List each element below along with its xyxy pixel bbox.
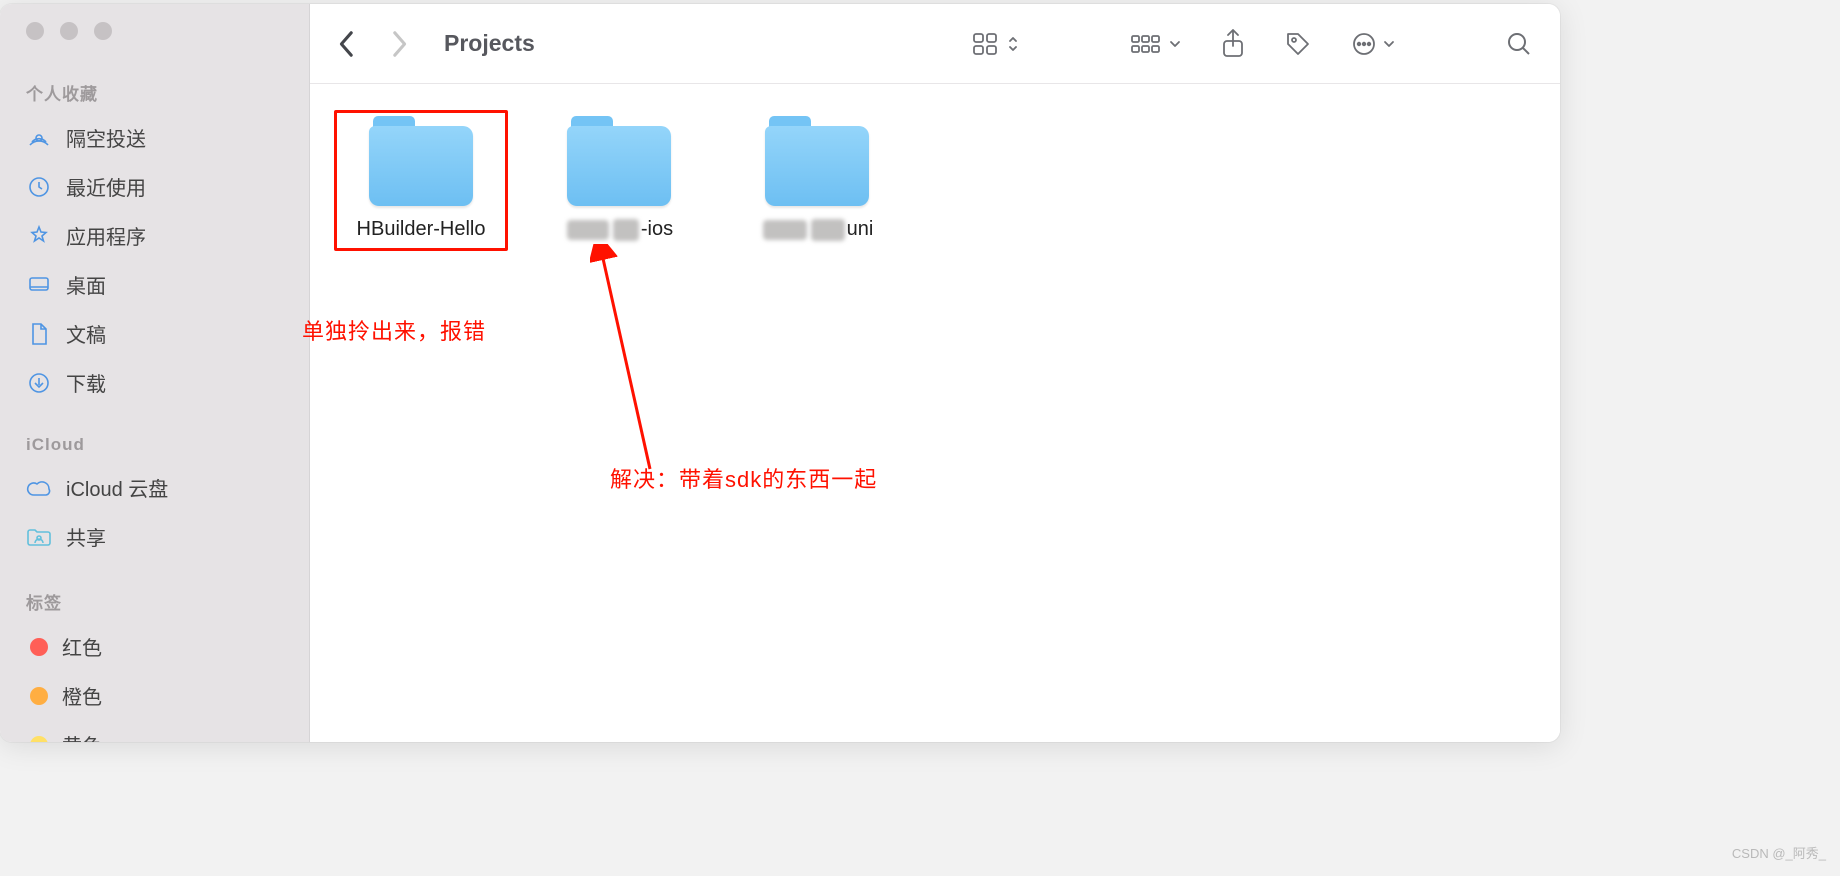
- folder-label: uni: [761, 218, 874, 241]
- view-icons-button[interactable]: [964, 32, 1028, 56]
- tag-dot-icon: [30, 638, 48, 656]
- sidebar-tag-orange[interactable]: 橙色: [16, 671, 293, 720]
- sidebar-item-shared[interactable]: 共享: [16, 512, 293, 561]
- annotation-left: 单独拎出来，报错: [302, 314, 486, 346]
- folder-label: -ios: [565, 218, 673, 241]
- sidebar-item-label: 文稿: [66, 319, 106, 348]
- applications-icon: [26, 223, 52, 249]
- toolbar: Projects: [310, 4, 1560, 84]
- window-title: Projects: [444, 30, 535, 57]
- download-icon: [26, 370, 52, 396]
- cloud-icon: [26, 475, 52, 501]
- sidebar: 个人收藏 隔空投送 最近使用 应用程序: [0, 4, 310, 742]
- folder-icon: [369, 116, 473, 206]
- back-button[interactable]: [338, 30, 356, 58]
- sidebar-item-label: 黄色: [62, 730, 102, 742]
- sidebar-item-label: 红色: [62, 632, 102, 661]
- folder-icon: [765, 116, 869, 206]
- sidebar-item-label: iCloud 云盘: [66, 473, 168, 502]
- clock-icon: [26, 174, 52, 200]
- sidebar-item-label: 橙色: [62, 681, 102, 710]
- folder-obscured-ios[interactable]: -ios: [532, 110, 706, 247]
- airdrop-icon: [26, 125, 52, 151]
- folder-obscured-uni[interactable]: uni: [730, 110, 904, 247]
- annotation-arrow-icon: [590, 244, 670, 474]
- sidebar-section-icloud: iCloud: [16, 425, 293, 463]
- sidebar-item-label: 桌面: [66, 270, 106, 299]
- sidebar-item-desktop[interactable]: 桌面: [16, 260, 293, 309]
- sidebar-item-recents[interactable]: 最近使用: [16, 162, 293, 211]
- close-window-icon[interactable]: [26, 22, 44, 40]
- tag-dot-icon: [30, 687, 48, 705]
- shared-folder-icon: [26, 524, 52, 550]
- share-button[interactable]: [1212, 29, 1254, 59]
- tags-button[interactable]: [1276, 30, 1320, 58]
- main-area: Projects: [310, 4, 1560, 742]
- minimize-window-icon[interactable]: [60, 22, 78, 40]
- sidebar-item-icloud-drive[interactable]: iCloud 云盘: [16, 463, 293, 512]
- maximize-window-icon[interactable]: [94, 22, 112, 40]
- sidebar-section-favorites: 个人收藏: [16, 70, 293, 113]
- folder-hbuilder-hello[interactable]: HBuilder-Hello: [334, 110, 508, 247]
- sidebar-item-label: 应用程序: [66, 221, 146, 250]
- watermark: CSDN @_阿秀_: [1732, 843, 1826, 862]
- sidebar-item-label: 共享: [66, 522, 106, 551]
- sidebar-item-airdrop[interactable]: 隔空投送: [16, 113, 293, 162]
- document-icon: [26, 321, 52, 347]
- sidebar-item-documents[interactable]: 文稿: [16, 309, 293, 358]
- finder-window: 个人收藏 隔空投送 最近使用 应用程序: [0, 4, 1560, 742]
- group-button[interactable]: [1122, 32, 1190, 56]
- annotation-center: 解决：带着sdk的东西一起: [610, 462, 877, 494]
- folder-label-suffix: -ios: [641, 218, 673, 241]
- search-button[interactable]: [1498, 31, 1540, 57]
- tag-dot-icon: [30, 736, 48, 743]
- sidebar-item-label: 下载: [66, 368, 106, 397]
- traffic-lights: [0, 22, 309, 70]
- folder-icon: [567, 116, 671, 206]
- sidebar-tag-yellow[interactable]: 黄色: [16, 720, 293, 742]
- sidebar-item-downloads[interactable]: 下载: [16, 358, 293, 407]
- sidebar-tag-red[interactable]: 红色: [16, 622, 293, 671]
- sidebar-item-applications[interactable]: 应用程序: [16, 211, 293, 260]
- file-browser[interactable]: HBuilder-Hello -ios uni: [310, 84, 1560, 742]
- action-button[interactable]: [1342, 30, 1404, 58]
- folder-label-suffix: uni: [847, 218, 874, 241]
- forward-button[interactable]: [390, 30, 408, 58]
- sidebar-item-label: 最近使用: [66, 172, 146, 201]
- sidebar-item-label: 隔空投送: [66, 123, 146, 152]
- desktop-icon: [26, 272, 52, 298]
- sidebar-section-tags: 标签: [16, 579, 293, 622]
